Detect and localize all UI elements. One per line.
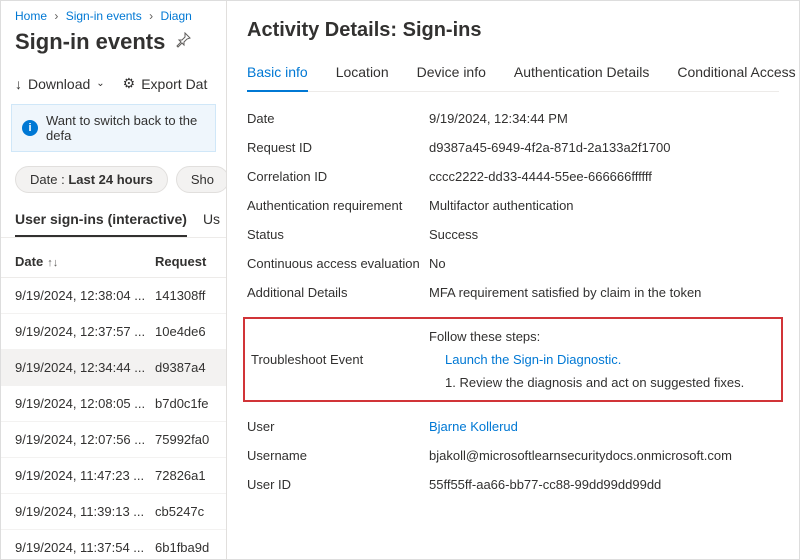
troubleshoot-step-1: 1. Review the diagnosis and act on sugge… <box>445 375 744 390</box>
label-request-id: Request ID <box>247 140 429 155</box>
export-label: Export Dat <box>141 76 207 92</box>
table-row[interactable]: 9/19/2024, 11:47:23 ...72826a1 <box>1 458 226 494</box>
label-user: User <box>247 419 429 434</box>
command-bar: ↓ Download ⌄ ⚙ Export Dat <box>1 67 226 100</box>
cell-date: 9/19/2024, 12:38:04 ... <box>15 288 155 303</box>
table-row[interactable]: 9/19/2024, 12:34:44 ...d9387a4 <box>1 350 226 386</box>
filter-second[interactable]: Sho <box>176 166 227 193</box>
tab-auth-details[interactable]: Authentication Details <box>514 58 649 91</box>
value-user-id: 55ff55ff-aa66-bb77-cc88-99dd99dd99dd <box>429 477 779 492</box>
table-row[interactable]: 9/19/2024, 12:37:57 ...10e4de6 <box>1 314 226 350</box>
chevron-right-icon: › <box>54 9 58 23</box>
cell-request: 72826a1 <box>155 468 212 483</box>
details-pane: Activity Details: Sign-ins Basic info Lo… <box>227 1 799 559</box>
value-status: Success <box>429 227 779 242</box>
chevron-right-icon: › <box>149 9 153 23</box>
tab-device-info[interactable]: Device info <box>417 58 486 91</box>
label-cae: Continuous access evaluation <box>247 256 429 271</box>
table-row[interactable]: 9/19/2024, 12:07:56 ...75992fa0 <box>1 422 226 458</box>
sort-icon: ↑↓ <box>47 257 58 269</box>
table-row[interactable]: 9/19/2024, 12:08:05 ...b7d0c1fe <box>1 386 226 422</box>
export-button[interactable]: ⚙ Export Dat <box>123 75 208 92</box>
troubleshoot-steps: Follow these steps: Launch the Sign-in D… <box>429 329 744 390</box>
subtab-other[interactable]: Us <box>203 203 220 237</box>
info-banner-text: Want to switch back to the defa <box>46 113 205 143</box>
col-date[interactable]: Date↑↓ <box>15 254 155 269</box>
cell-date: 9/19/2024, 12:34:44 ... <box>15 360 155 375</box>
tab-conditional-access[interactable]: Conditional Access <box>677 58 795 91</box>
cell-date: 9/19/2024, 12:07:56 ... <box>15 432 155 447</box>
info-banner[interactable]: i Want to switch back to the defa <box>11 104 216 152</box>
label-user-id: User ID <box>247 477 429 492</box>
detail-title: Activity Details: Sign-ins <box>247 15 779 58</box>
value-user[interactable]: Bjarne Kollerud <box>429 419 518 434</box>
cell-date: 9/19/2024, 11:39:13 ... <box>15 504 155 519</box>
pin-icon[interactable] <box>175 32 191 53</box>
tab-basic-info[interactable]: Basic info <box>247 58 308 92</box>
cell-date: 9/19/2024, 12:08:05 ... <box>15 396 155 411</box>
label-auth-requirement: Authentication requirement <box>247 198 429 213</box>
download-button[interactable]: ↓ Download ⌄ <box>15 75 105 92</box>
label-correlation-id: Correlation ID <box>247 169 429 184</box>
label-status: Status <box>247 227 429 242</box>
value-auth-requirement: Multifactor authentication <box>429 198 779 213</box>
table-header: Date↑↓ Request <box>1 246 226 278</box>
page-title: Sign-in events <box>15 29 165 55</box>
breadcrumb: Home › Sign-in events › Diagn <box>1 1 226 27</box>
label-additional-details: Additional Details <box>247 285 429 300</box>
cell-request: d9387a4 <box>155 360 212 375</box>
launch-diagnostic-link[interactable]: Launch the Sign-in Diagnostic. <box>445 352 621 367</box>
filter-date-value: Last 24 hours <box>68 172 153 187</box>
label-troubleshoot: Troubleshoot Event <box>251 329 429 390</box>
label-date: Date <box>247 111 429 126</box>
download-label: Download <box>28 76 90 92</box>
value-cae: No <box>429 256 779 271</box>
cell-date: 9/19/2024, 11:47:23 ... <box>15 468 155 483</box>
breadcrumb-home[interactable]: Home <box>15 9 47 23</box>
cell-request: 75992fa0 <box>155 432 212 447</box>
subtab-interactive[interactable]: User sign-ins (interactive) <box>15 203 187 237</box>
value-username: bjakoll@microsoftlearnsecuritydocs.onmic… <box>429 448 779 463</box>
troubleshoot-event-box: Troubleshoot Event Follow these steps: L… <box>243 317 783 402</box>
cell-request: 6b1fba9d <box>155 540 212 555</box>
filter-bar: Date : Last 24 hours Sho <box>1 162 226 203</box>
filter-date-key: Date : <box>30 172 65 187</box>
left-pane: Home › Sign-in events › Diagn Sign-in ev… <box>1 1 227 559</box>
value-request-id: d9387a45-6949-4f2a-871d-2a133a2f1700 <box>429 140 779 155</box>
gear-icon: ⚙ <box>123 75 136 92</box>
value-date: 9/19/2024, 12:34:44 PM <box>429 111 779 126</box>
table-row[interactable]: 9/19/2024, 12:38:04 ...141308ff <box>1 278 226 314</box>
download-icon: ↓ <box>15 76 22 92</box>
cell-request: 141308ff <box>155 288 212 303</box>
table-row[interactable]: 9/19/2024, 11:39:13 ...cb5247c <box>1 494 226 530</box>
col-request[interactable]: Request <box>155 254 212 269</box>
cell-request: 10e4de6 <box>155 324 212 339</box>
cell-request: b7d0c1fe <box>155 396 212 411</box>
cell-date: 9/19/2024, 11:37:54 ... <box>15 540 155 555</box>
cell-request: cb5247c <box>155 504 212 519</box>
subtabs: User sign-ins (interactive) Us <box>1 203 226 238</box>
value-correlation-id: cccc2222-dd33-4444-55ee-666666ffffff <box>429 169 779 184</box>
filter-date[interactable]: Date : Last 24 hours <box>15 166 168 193</box>
chevron-down-icon: ⌄ <box>96 78 104 89</box>
breadcrumb-diag[interactable]: Diagn <box>160 9 191 23</box>
info-icon: i <box>22 120 38 136</box>
signin-table: Date↑↓ Request 9/19/2024, 12:38:04 ...14… <box>1 238 226 559</box>
table-row[interactable]: 9/19/2024, 11:37:54 ...6b1fba9d <box>1 530 226 559</box>
troubleshoot-intro: Follow these steps: <box>429 329 744 344</box>
detail-tabs: Basic info Location Device info Authenti… <box>247 58 779 92</box>
value-additional-details: MFA requirement satisfied by claim in th… <box>429 285 779 300</box>
cell-date: 9/19/2024, 12:37:57 ... <box>15 324 155 339</box>
tab-location[interactable]: Location <box>336 58 389 91</box>
breadcrumb-signin[interactable]: Sign-in events <box>66 9 142 23</box>
kv-list: Date9/19/2024, 12:34:44 PM Request IDd93… <box>247 92 779 499</box>
label-username: Username <box>247 448 429 463</box>
